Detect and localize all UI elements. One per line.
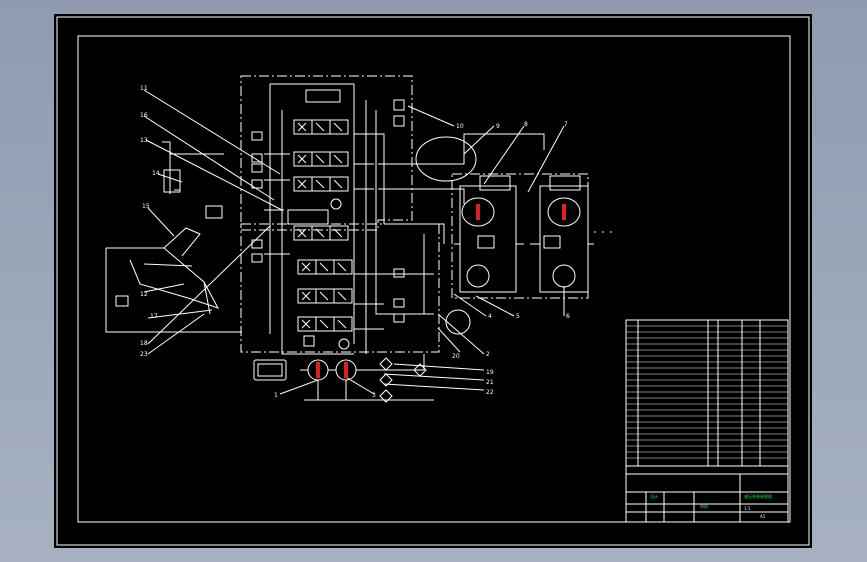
label-18: 18 xyxy=(140,340,148,347)
title-block-rows xyxy=(626,325,788,459)
title-sheet: A1 xyxy=(760,514,766,519)
label-23: 23 xyxy=(140,351,148,358)
valve-spool-6 xyxy=(297,288,353,304)
valve-spool-5 xyxy=(297,259,353,275)
inner-frame xyxy=(77,35,791,523)
pump-block-right xyxy=(451,173,589,299)
title-green-3: 审核 xyxy=(700,503,708,509)
label-19: 19 xyxy=(486,369,494,376)
cylinder-17 xyxy=(115,295,129,307)
label-12: 12 xyxy=(140,291,148,298)
label-2: 2 xyxy=(486,351,490,358)
label-16: 16 xyxy=(140,112,148,119)
label-1: 1 xyxy=(274,392,278,399)
title-green-2: 设计 xyxy=(650,493,658,499)
label-11: 11 xyxy=(140,85,148,92)
check-valve-a xyxy=(393,99,405,111)
motor-9 xyxy=(415,136,477,182)
label-22: 22 xyxy=(486,389,494,396)
title-green-1: 液压系统原理图 xyxy=(744,493,772,499)
pump-marker xyxy=(344,362,348,378)
pump-module-5 xyxy=(459,185,517,293)
label-15: 15 xyxy=(142,203,150,210)
filter-19 xyxy=(379,357,393,371)
label-4: 4 xyxy=(488,313,492,320)
valve-spool-3 xyxy=(293,176,349,192)
label-8: 8 xyxy=(524,121,528,128)
hydraulic-schematic: 液压系统原理图 设计 审核 1:1 A1 11 16 13 14 15 12 1… xyxy=(56,16,810,546)
valve-spool-1 xyxy=(293,119,349,135)
label-9: 9 xyxy=(496,123,500,130)
pump-6 xyxy=(552,264,576,288)
label-13: 13 xyxy=(140,137,148,144)
label-10: 10 xyxy=(456,123,464,130)
label-20: 20 xyxy=(452,353,460,360)
pump-module-6 xyxy=(539,185,589,293)
pump-marker xyxy=(476,204,480,220)
cad-viewport[interactable]: 液压系统原理图 设计 审核 1:1 A1 11 16 13 14 15 12 1… xyxy=(54,14,812,548)
label-7: 7 xyxy=(564,121,568,128)
label-5: 5 xyxy=(516,313,520,320)
label-3: 3 xyxy=(372,392,376,399)
combo-valve xyxy=(287,209,329,225)
pump-5 xyxy=(466,264,490,288)
motor-3 xyxy=(445,309,471,335)
valve-block-top xyxy=(240,75,413,231)
title-scale: 1:1 xyxy=(744,506,751,511)
relief-valve-top xyxy=(305,89,341,103)
valve-spool-7 xyxy=(297,316,353,332)
oil-tank xyxy=(253,359,287,381)
pump-marker xyxy=(316,362,320,378)
cylinder-12 xyxy=(205,205,223,219)
valve-spool-4 xyxy=(293,225,349,241)
pump-marker xyxy=(562,204,566,220)
label-21: 21 xyxy=(486,379,494,386)
label-17: 17 xyxy=(150,313,158,320)
valve-spool-2 xyxy=(293,151,349,167)
valve-block-bottom xyxy=(240,223,440,353)
label-14: 14 xyxy=(152,170,160,177)
check-valve-b xyxy=(393,115,405,127)
label-6: 6 xyxy=(566,313,570,320)
